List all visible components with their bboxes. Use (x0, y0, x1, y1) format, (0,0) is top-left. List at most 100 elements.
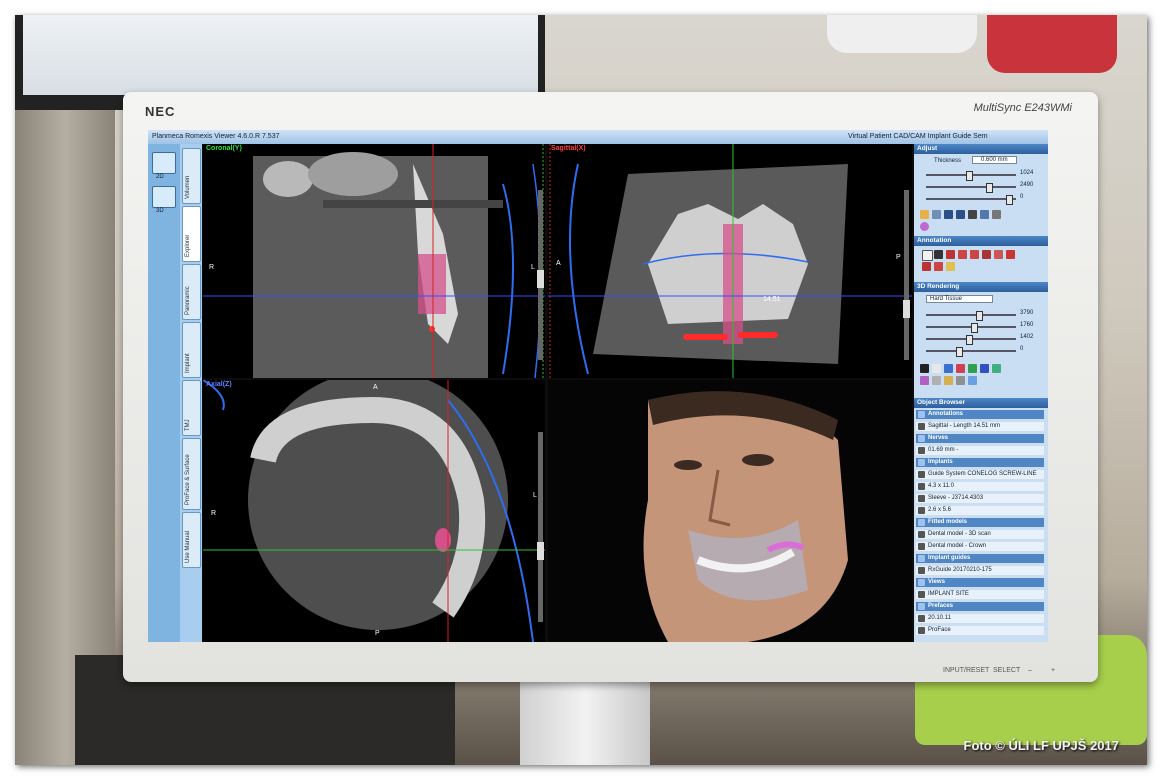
object-group-row[interactable]: Views (916, 578, 1044, 587)
render-slider-1[interactable] (926, 311, 1016, 321)
rendering-header[interactable]: 3D Rendering (914, 282, 1048, 292)
object-group-row[interactable]: Nerves (916, 434, 1044, 443)
visibility-eye-icon[interactable] (918, 531, 925, 538)
object-item-row[interactable]: 4.3 x 11.0 (916, 482, 1044, 491)
thickness-select[interactable]: 0.600 mm (972, 156, 1017, 164)
measure-tool-icon[interactable] (944, 210, 953, 219)
coronal-scrollbar[interactable] (536, 150, 546, 370)
tab-implant[interactable]: Implant (182, 322, 201, 378)
render-slider-4[interactable] (926, 347, 1016, 357)
tab-manual[interactable]: Use Manual (182, 512, 201, 568)
object-item-row[interactable]: 01.69 mm - (916, 446, 1044, 455)
rendering-preset-select[interactable]: Hard Tissue (926, 295, 994, 303)
line-annotation-icon[interactable] (946, 250, 955, 259)
render-mode-4-icon[interactable] (956, 364, 965, 373)
object-item-row[interactable]: IMPLANT SITE (916, 590, 1044, 599)
object-item-row[interactable]: Sagittal - Length 14.51 mm (916, 422, 1044, 431)
view-3d-icon[interactable] (920, 222, 929, 231)
move-tool-icon[interactable] (932, 210, 941, 219)
tab-proface[interactable]: ProFace & Surface (182, 438, 201, 510)
render-mode-8-icon[interactable] (920, 376, 929, 385)
render-mode-5-icon[interactable] (968, 364, 977, 373)
visibility-eye-icon[interactable] (918, 555, 925, 562)
monitor-button-select[interactable]: SELECT (993, 667, 1020, 674)
object-item-row[interactable]: RxGuide 20170210-175 (916, 566, 1044, 575)
object-item-row[interactable]: 20.10.11 (916, 614, 1044, 623)
visibility-eye-icon[interactable] (918, 471, 925, 478)
tab-panoramic[interactable]: Panoramic (182, 264, 201, 320)
angle-annotation-icon[interactable] (982, 250, 991, 259)
render-mode-10-icon[interactable] (944, 376, 953, 385)
visibility-eye-icon[interactable] (918, 423, 925, 430)
visibility-eye-icon[interactable] (918, 579, 925, 586)
object-item-row[interactable]: 2.6 x 5.6 (916, 506, 1044, 515)
object-item-row[interactable]: ProFace (916, 626, 1044, 635)
coronal-viewport[interactable]: Coronal(Y) R L (203, 144, 545, 378)
render-slider-3[interactable] (926, 335, 1016, 345)
tab-explorer[interactable]: Explorer (182, 206, 201, 262)
object-group-row[interactable]: Implant guides (916, 554, 1044, 563)
face-3d-viewport[interactable] (548, 380, 912, 642)
ruler-annotation-icon[interactable] (946, 262, 955, 271)
object-group-row[interactable]: Annotations (916, 410, 1044, 419)
render-mode-11-icon[interactable] (956, 376, 965, 385)
print-tool-icon[interactable] (992, 210, 1001, 219)
visibility-eye-icon[interactable] (918, 435, 925, 442)
visibility-eye-icon[interactable] (918, 603, 925, 610)
adjust-header[interactable]: Adjust (914, 144, 1048, 154)
visibility-eye-icon[interactable] (918, 567, 925, 574)
grid-tool-icon[interactable] (968, 210, 977, 219)
render-mode-6-icon[interactable] (980, 364, 989, 373)
tab-tmj[interactable]: TMJ (182, 380, 201, 436)
object-group-row[interactable]: Implants (916, 458, 1044, 467)
object-item-row[interactable]: Dental model - Crown (916, 542, 1044, 551)
adjust-slider-2[interactable] (926, 183, 1016, 193)
area-annotation-icon[interactable] (994, 250, 1003, 259)
axial-scrollbar[interactable] (536, 392, 546, 632)
visibility-eye-icon[interactable] (918, 411, 925, 418)
angle-tool-icon[interactable] (956, 210, 965, 219)
visibility-eye-icon[interactable] (918, 495, 925, 502)
visibility-eye-icon[interactable] (918, 543, 925, 550)
visibility-eye-icon[interactable] (918, 459, 925, 466)
render-mode-1-icon[interactable] (920, 364, 929, 373)
object-group-row[interactable]: Prefaces (916, 602, 1044, 611)
render-mode-7-icon[interactable] (992, 364, 1001, 373)
arrow-annotation-icon[interactable] (934, 250, 943, 259)
render-mode-3-icon[interactable] (944, 364, 953, 373)
rect-annotation-icon[interactable] (958, 250, 967, 259)
adjust-slider-3[interactable] (926, 195, 1016, 205)
tab-volumen[interactable]: Volumen (182, 148, 201, 204)
visibility-eye-icon[interactable] (918, 447, 925, 454)
visibility-eye-icon[interactable] (918, 483, 925, 490)
monitor-button-plus[interactable]: + (1051, 667, 1055, 674)
view-3d-button[interactable] (152, 186, 176, 208)
visibility-eye-icon[interactable] (918, 627, 925, 634)
implant-annotation-icon[interactable] (934, 262, 943, 271)
visibility-eye-icon[interactable] (918, 507, 925, 514)
axial-viewport[interactable]: Axial(Z) A P R L (203, 380, 545, 642)
object-browser-header[interactable]: Object Browser (914, 398, 1048, 408)
object-item-row[interactable]: Guide System CONELOG SCREW-LINE (916, 470, 1044, 479)
monitor-button-input[interactable]: INPUT/RESET (943, 667, 989, 674)
visibility-eye-icon[interactable] (918, 615, 925, 622)
visibility-eye-icon[interactable] (918, 591, 925, 598)
view-2d-button[interactable] (152, 152, 176, 174)
sagittal-viewport[interactable]: Sagittal(X) A P 14.51 (548, 144, 912, 378)
layout-tool-icon[interactable] (980, 210, 989, 219)
render-mode-12-icon[interactable] (968, 376, 977, 385)
nerve-annotation-icon[interactable] (922, 262, 931, 271)
circle-annotation-icon[interactable] (970, 250, 979, 259)
object-group-row[interactable]: Fitted models (916, 518, 1044, 527)
sagittal-scrollbar[interactable] (902, 150, 912, 370)
annotation-header[interactable]: Annotation (914, 236, 1048, 246)
object-item-row[interactable]: Sleeve - J3714.4303 (916, 494, 1044, 503)
monitor-button-minus[interactable]: – (1028, 667, 1032, 674)
adjust-slider-1[interactable] (926, 171, 1016, 181)
delete-annotation-icon[interactable] (1006, 250, 1015, 259)
text-annotation-icon[interactable] (922, 250, 933, 261)
object-item-row[interactable]: Dental model - 3D scan (916, 530, 1044, 539)
render-slider-2[interactable] (926, 323, 1016, 333)
render-mode-9-icon[interactable] (932, 376, 941, 385)
visibility-eye-icon[interactable] (918, 519, 925, 526)
